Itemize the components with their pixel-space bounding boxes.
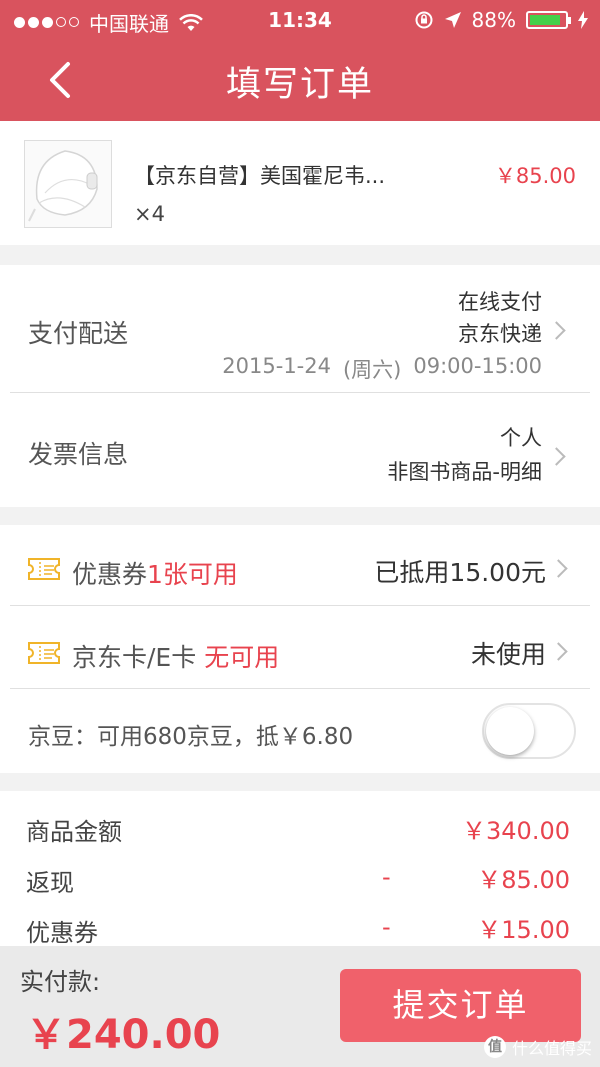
status-right: 88% [414,8,588,32]
summary-amount: ￥340.00 [462,817,570,845]
charging-bolt-icon [578,11,588,29]
product-name: 【京东自营】美国霍尼韦... [134,164,386,188]
payment-label: 支付配送 [28,319,129,348]
total-label: 实付款: [20,968,101,996]
top-bar: 中国联通 11:34 88% 填写订单 [0,0,600,121]
beans-text: 京豆：可用680京豆，抵￥6.80 [28,724,354,750]
summary-label: 优惠券 [26,919,98,947]
summary-sign: - [382,863,391,891]
summary-label: 商品金额 [26,818,122,846]
face-mask-image [28,150,98,222]
summary-label: 返现 [26,869,74,897]
rotation-lock-icon [415,11,433,29]
jdcard-available: 无可用 [204,643,280,672]
product-price: ￥85.00 [494,164,576,188]
invoice-label: 发票信息 [28,440,129,469]
coupon-title: 优惠券1张可用 [72,555,238,591]
location-arrow-icon [444,12,461,28]
summary-sign: - [382,913,391,941]
watermark-badge: 值 [483,1036,506,1058]
watermark-text: 什么值得买 [511,1039,592,1058]
battery-fill [530,15,560,25]
product-image[interactable] [24,140,112,228]
battery-percent: 88% [471,8,516,32]
total-amount: ￥240.00 [26,1012,221,1058]
invoice-type: 个人 [500,426,542,450]
page-title: 填写订单 [225,65,374,105]
delivery-time: 2015-1-24 (周六) 09:00-15:00 [222,354,542,384]
ticket-icon [28,558,60,580]
coupon-available: 1张可用 [147,560,238,589]
jdcard-label: 京东卡/E卡 [72,643,197,672]
delivery-weekday: (周六) [342,358,402,382]
summary-amount: ￥85.00 [477,866,570,894]
toggle-knob [486,707,534,755]
watermark: 值 什么值得买 [483,1035,592,1059]
status-bar: 中国联通 11:34 88% [0,0,600,40]
delivery-window: 09:00-15:00 [413,354,542,378]
battery-icon [526,11,571,29]
product-quantity: ×4 [134,202,165,226]
divider [10,688,590,689]
summary-amount: ￥15.00 [477,916,570,944]
coupon-value: 已抵用15.00元 [374,558,546,587]
jdcard-value: 未使用 [470,640,546,669]
delivery-date: 2015-1-24 [222,354,331,378]
ticket-icon [28,642,60,664]
jdcard-title: 京东卡/E卡 无可用 [72,638,279,674]
beans-toggle[interactable] [482,703,576,759]
delivery-method: 京东快递 [458,322,542,346]
payment-method: 在线支付 [458,290,542,314]
submit-order-button[interactable]: 提交订单 [340,969,581,1042]
coupon-label: 优惠券 [72,560,148,589]
invoice-content: 非图书商品-明细 [387,460,542,484]
